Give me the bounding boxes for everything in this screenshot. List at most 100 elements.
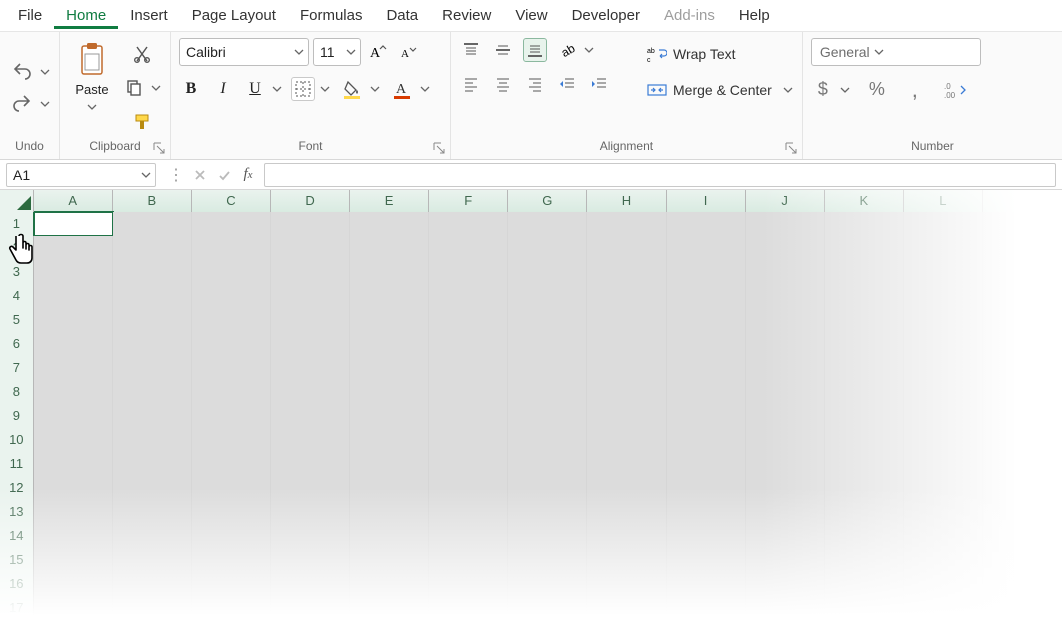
cell[interactable] xyxy=(113,212,192,236)
font-name-combo[interactable]: Calibri xyxy=(179,38,309,66)
cell[interactable] xyxy=(508,500,587,524)
cell[interactable] xyxy=(667,380,746,404)
cell[interactable] xyxy=(904,548,983,572)
cell[interactable] xyxy=(508,236,587,260)
cell[interactable] xyxy=(192,236,271,260)
cell[interactable] xyxy=(34,260,113,284)
cell[interactable] xyxy=(508,308,587,332)
cell[interactable] xyxy=(113,572,192,596)
cell[interactable] xyxy=(34,596,113,620)
cell[interactable] xyxy=(825,596,904,620)
column-header-c[interactable]: C xyxy=(192,190,271,212)
cell[interactable] xyxy=(192,476,271,500)
cell[interactable] xyxy=(587,380,666,404)
font-color-dropdown[interactable] xyxy=(419,79,431,99)
orientation-dropdown[interactable] xyxy=(583,40,595,60)
column-header-b[interactable]: B xyxy=(113,190,192,212)
cell[interactable] xyxy=(587,572,666,596)
cell[interactable] xyxy=(746,332,825,356)
cell[interactable] xyxy=(746,476,825,500)
cell[interactable] xyxy=(508,476,587,500)
cell[interactable] xyxy=(904,236,983,260)
cell[interactable] xyxy=(192,404,271,428)
cell[interactable] xyxy=(113,380,192,404)
cell[interactable] xyxy=(825,332,904,356)
cell[interactable] xyxy=(983,356,1062,380)
menu-insert[interactable]: Insert xyxy=(118,3,180,28)
cell[interactable] xyxy=(192,260,271,284)
cell[interactable] xyxy=(587,260,666,284)
cell[interactable] xyxy=(350,428,429,452)
underline-dropdown[interactable] xyxy=(271,79,283,99)
cell[interactable] xyxy=(667,428,746,452)
cell[interactable] xyxy=(983,476,1062,500)
cell[interactable] xyxy=(350,524,429,548)
cell[interactable] xyxy=(113,236,192,260)
cell[interactable] xyxy=(508,404,587,428)
cell[interactable] xyxy=(271,596,350,620)
cell[interactable] xyxy=(429,260,508,284)
cell[interactable] xyxy=(271,212,350,236)
more-functions-button[interactable]: ⋮ xyxy=(164,162,188,188)
cell[interactable] xyxy=(746,500,825,524)
cell[interactable] xyxy=(667,284,746,308)
row-header[interactable]: 5 xyxy=(0,308,34,332)
cell[interactable] xyxy=(429,356,508,380)
cell[interactable] xyxy=(508,380,587,404)
insert-function-button[interactable]: fx xyxy=(236,163,260,187)
cell[interactable] xyxy=(667,500,746,524)
cell[interactable] xyxy=(34,332,113,356)
row-header[interactable]: 10 xyxy=(0,428,34,452)
copy-dropdown[interactable] xyxy=(150,78,162,98)
cell[interactable] xyxy=(271,404,350,428)
cell[interactable] xyxy=(34,236,113,260)
accounting-format-button[interactable]: $ xyxy=(811,76,835,103)
cell[interactable] xyxy=(34,500,113,524)
row-header[interactable]: 12 xyxy=(0,476,34,500)
align-left-button[interactable] xyxy=(459,72,483,96)
cell[interactable] xyxy=(825,308,904,332)
cell[interactable] xyxy=(587,308,666,332)
row-header[interactable]: 13 xyxy=(0,500,34,524)
column-header-e[interactable]: E xyxy=(350,190,429,212)
cell[interactable] xyxy=(587,452,666,476)
cell[interactable] xyxy=(271,452,350,476)
cell[interactable] xyxy=(429,212,508,236)
cell[interactable] xyxy=(350,284,429,308)
cell[interactable] xyxy=(429,236,508,260)
cell[interactable] xyxy=(350,236,429,260)
align-middle-button[interactable] xyxy=(491,38,515,62)
cell[interactable] xyxy=(667,524,746,548)
cell[interactable] xyxy=(667,332,746,356)
row-header[interactable]: 2 xyxy=(0,236,34,260)
cell[interactable] xyxy=(350,596,429,620)
cell[interactable] xyxy=(271,524,350,548)
alignment-dialog-launcher[interactable] xyxy=(784,141,798,155)
align-top-button[interactable] xyxy=(459,38,483,62)
accounting-format-dropdown[interactable] xyxy=(839,80,851,100)
cell[interactable] xyxy=(746,380,825,404)
cell[interactable] xyxy=(271,284,350,308)
cell[interactable] xyxy=(508,572,587,596)
cell[interactable] xyxy=(983,380,1062,404)
underline-button[interactable]: U xyxy=(243,77,267,101)
cell[interactable] xyxy=(904,404,983,428)
align-right-button[interactable] xyxy=(523,72,547,96)
cell[interactable] xyxy=(825,356,904,380)
cell[interactable] xyxy=(667,260,746,284)
cell[interactable] xyxy=(587,548,666,572)
cell[interactable] xyxy=(667,476,746,500)
cell[interactable] xyxy=(587,596,666,620)
cell[interactable] xyxy=(429,308,508,332)
cell[interactable] xyxy=(746,524,825,548)
cell[interactable] xyxy=(904,308,983,332)
cell[interactable] xyxy=(825,284,904,308)
cell[interactable] xyxy=(113,284,192,308)
cell[interactable] xyxy=(34,572,113,596)
cell[interactable] xyxy=(904,524,983,548)
clipboard-dialog-launcher[interactable] xyxy=(152,141,166,155)
merge-dropdown[interactable] xyxy=(782,80,794,100)
cell[interactable] xyxy=(350,572,429,596)
font-dialog-launcher[interactable] xyxy=(432,141,446,155)
cell[interactable] xyxy=(113,260,192,284)
